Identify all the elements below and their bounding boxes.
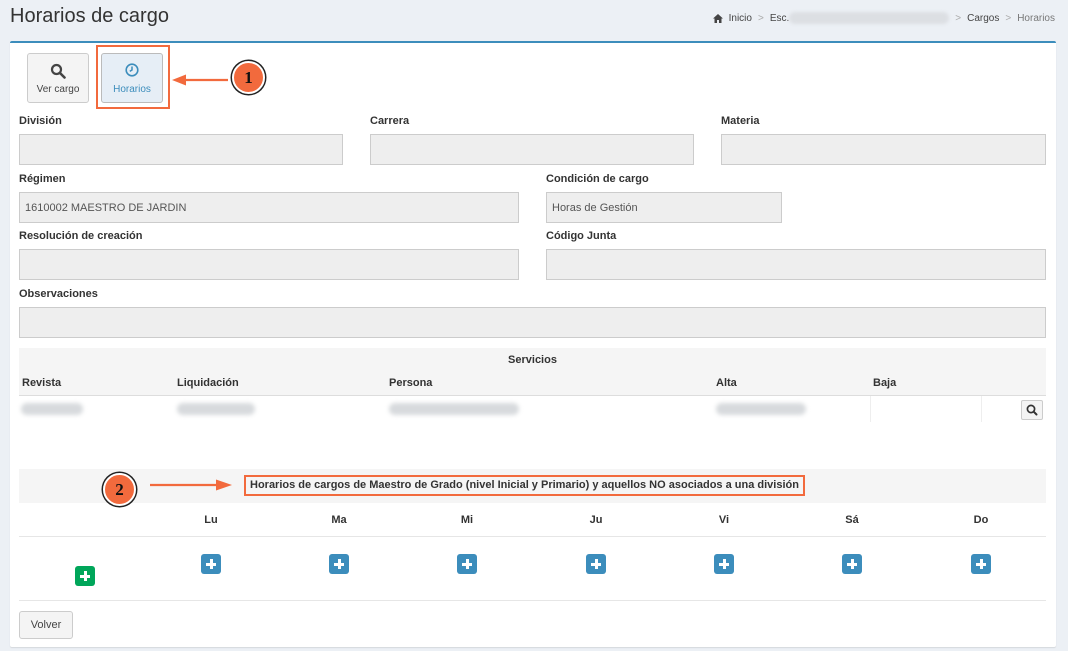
- day-header-ma: Ma: [331, 514, 347, 526]
- carrera-label: Carrera: [370, 115, 410, 127]
- day-header-ju: Ju: [589, 514, 603, 526]
- horarios-add-row: [19, 537, 1046, 601]
- day-header-vi: Vi: [718, 514, 730, 526]
- breadcrumb-separator: >: [1005, 12, 1012, 24]
- carrera-field[interactable]: [370, 134, 694, 165]
- day-header-mi: Mi: [460, 514, 474, 526]
- division-label: División: [19, 115, 62, 127]
- breadcrumb-school[interactable]: Esc.: [770, 13, 789, 24]
- breadcrumb-current: Horarios: [1017, 12, 1055, 24]
- materia-label: Materia: [721, 115, 760, 127]
- servicios-header-row: Revista Liquidación Persona Alta Baja: [19, 372, 1046, 396]
- ver-cargo-label: Ver cargo: [36, 84, 80, 95]
- observaciones-label: Observaciones: [19, 288, 98, 300]
- resolucion-label: Resolución de creación: [19, 230, 143, 242]
- column-header-persona: Persona: [389, 377, 433, 389]
- column-header-alta: Alta: [716, 377, 737, 389]
- page-header: Horarios de cargo Inicio > Esc. > Cargos…: [0, 0, 1068, 36]
- day-header-sa: Sá: [845, 514, 859, 526]
- breadcrumb: Inicio > Esc. > Cargos > Horarios: [712, 12, 1055, 24]
- annotation-arrow-2: [150, 479, 232, 491]
- page-title: Horarios de cargo: [10, 5, 169, 27]
- volver-button[interactable]: Volver: [19, 611, 73, 639]
- servicios-title: Servicios: [19, 348, 1046, 372]
- main-box: Ver cargo Horarios 1 División Carrera Ma…: [10, 41, 1056, 647]
- add-mi-button[interactable]: [457, 554, 477, 574]
- horarios-section-title: Horarios de cargos de Maestro de Grado (…: [244, 475, 805, 496]
- annotation-badge-2: 2: [103, 473, 136, 506]
- breadcrumb-school-redacted: [789, 12, 950, 24]
- days-header-row: Lu Ma Mi Ju Vi Sá Do: [19, 503, 1046, 537]
- materia-field[interactable]: [721, 134, 1046, 165]
- codigo-junta-label: Código Junta: [546, 230, 617, 242]
- add-ju-button[interactable]: [586, 554, 606, 574]
- ver-cargo-button[interactable]: Ver cargo: [27, 53, 89, 103]
- add-ma-button[interactable]: [329, 554, 349, 574]
- regimen-field[interactable]: 1610002 MAESTRO DE JARDIN: [19, 192, 519, 223]
- table-row: [19, 396, 1046, 422]
- column-header-revista: Revista: [22, 377, 62, 389]
- day-header-do: Do: [973, 514, 989, 526]
- condicion-label: Condición de cargo: [546, 173, 649, 185]
- add-sa-button[interactable]: [842, 554, 862, 574]
- codigo-junta-field[interactable]: [546, 249, 1046, 280]
- redacted-liquidacion: [177, 403, 255, 415]
- search-icon: [50, 63, 66, 82]
- annotation-highlight-1: [96, 45, 170, 109]
- column-header-baja: Baja: [873, 377, 897, 389]
- observaciones-field[interactable]: [19, 307, 1046, 338]
- search-icon: [1026, 404, 1038, 416]
- resolucion-field[interactable]: [19, 249, 519, 280]
- add-lu-button[interactable]: [201, 554, 221, 574]
- division-field[interactable]: [19, 134, 343, 165]
- redacted-alta: [716, 403, 806, 415]
- breadcrumb-cargos[interactable]: Cargos: [967, 13, 999, 24]
- view-service-button[interactable]: [1021, 400, 1043, 420]
- day-header-lu: Lu: [204, 514, 218, 526]
- breadcrumb-home[interactable]: Inicio: [729, 13, 752, 24]
- add-vi-button[interactable]: [714, 554, 734, 574]
- add-do-button[interactable]: [971, 554, 991, 574]
- column-header-liquidacion: Liquidación: [177, 377, 239, 389]
- condicion-field[interactable]: Horas de Gestión: [546, 192, 782, 223]
- breadcrumb-separator: >: [955, 12, 962, 24]
- annotation-badge-1: 1: [232, 61, 265, 94]
- baja-cell: [870, 396, 982, 422]
- home-icon: [712, 13, 723, 23]
- redacted-persona: [389, 403, 519, 415]
- breadcrumb-separator: >: [757, 12, 764, 24]
- redacted-revista: [21, 403, 83, 415]
- regimen-label: Régimen: [19, 173, 66, 185]
- annotation-arrow-1: [172, 74, 228, 86]
- add-horario-row-button[interactable]: [75, 566, 95, 586]
